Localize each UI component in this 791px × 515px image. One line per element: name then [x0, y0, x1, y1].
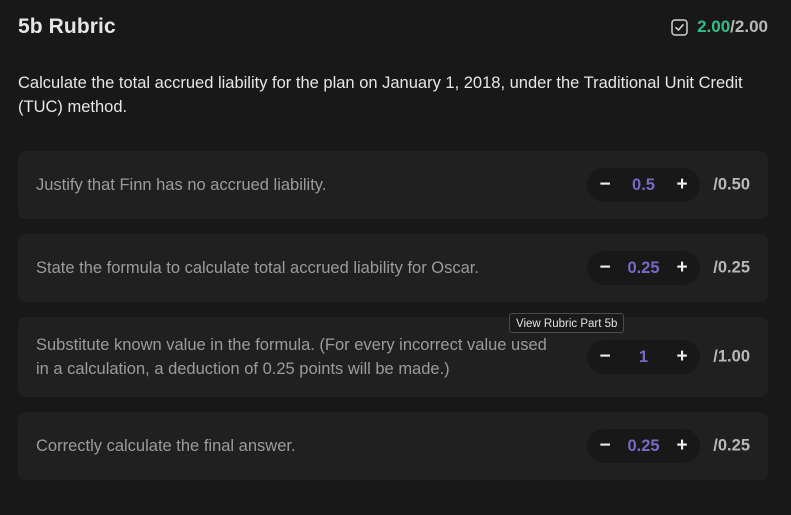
score-earned: 2.00: [697, 17, 731, 36]
question-text: Calculate the total accrued liability fo…: [18, 74, 743, 116]
criterion-description: Justify that Finn has no accrued liabili…: [36, 176, 327, 194]
max-points: /1.00: [713, 347, 750, 366]
rubric-title: 5b Rubric: [18, 15, 116, 38]
points-value[interactable]: 0.25: [613, 259, 674, 278]
decrement-button[interactable]: −: [597, 340, 613, 374]
rubric-header: 5b Rubric 2.00/2.00: [18, 12, 768, 42]
points-value[interactable]: 1: [613, 348, 674, 367]
points-stepper: − 0.25 +: [587, 251, 700, 285]
points-stepper: − 0.5 +: [587, 168, 700, 202]
criterion-description: Substitute known value in the formula. (…: [36, 336, 547, 378]
increment-button[interactable]: +: [674, 168, 690, 202]
decrement-button[interactable]: −: [597, 168, 613, 202]
increment-button[interactable]: +: [674, 340, 690, 374]
checkbox-checked-icon: [671, 18, 688, 36]
max-points: /0.25: [713, 436, 750, 455]
rubric-criterion: Correctly calculate the final answer. − …: [18, 412, 768, 480]
score-total: 2.00: [734, 17, 768, 36]
total-score: 2.00/2.00: [671, 17, 768, 37]
increment-button[interactable]: +: [674, 429, 690, 463]
max-points: /0.25: [713, 258, 750, 277]
points-value[interactable]: 0.5: [613, 176, 674, 195]
rubric-criterion: Justify that Finn has no accrued liabili…: [18, 151, 768, 219]
points-stepper: − 1 +: [587, 340, 700, 374]
decrement-button[interactable]: −: [597, 429, 613, 463]
rubric-tooltip: View Rubric Part 5b: [509, 313, 625, 333]
criterion-description: State the formula to calculate total acc…: [36, 259, 479, 277]
max-points: /0.50: [713, 175, 750, 194]
criterion-description: Correctly calculate the final answer.: [36, 437, 296, 455]
decrement-button[interactable]: −: [597, 251, 613, 285]
points-value[interactable]: 0.25: [613, 437, 674, 456]
points-stepper: − 0.25 +: [587, 429, 700, 463]
rubric-criterion: Substitute known value in the formula. (…: [18, 317, 768, 397]
increment-button[interactable]: +: [674, 251, 690, 285]
rubric-criterion: State the formula to calculate total acc…: [18, 234, 768, 302]
